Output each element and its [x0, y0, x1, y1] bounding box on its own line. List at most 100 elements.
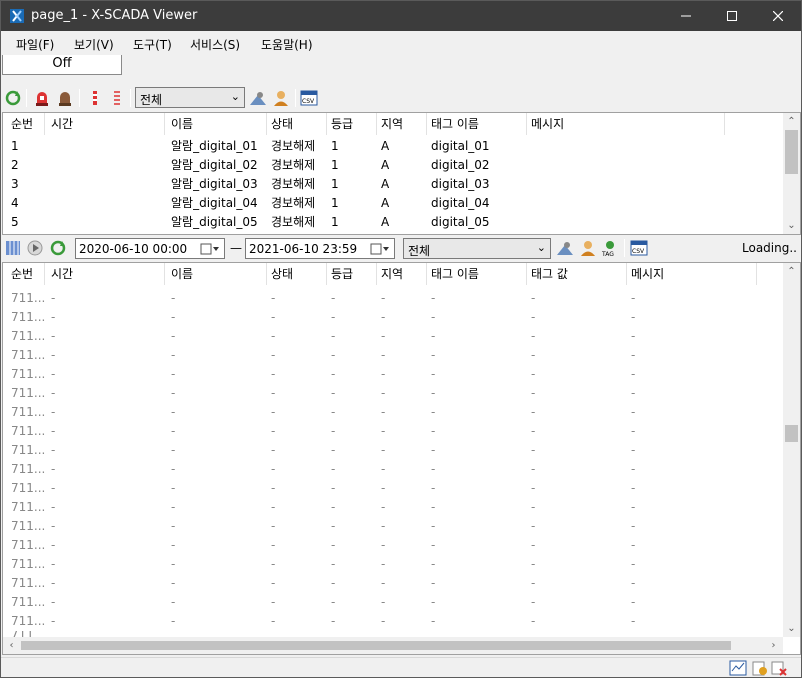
table-row[interactable]: 711... - - - - - - - - — [3, 289, 800, 308]
scroll-thumb[interactable] — [785, 130, 798, 174]
table-cell: 711... — [11, 405, 46, 419]
table-row[interactable]: 711... - - - - - - - - — [3, 327, 800, 346]
csv-export-icon[interactable]: CSV — [630, 239, 648, 257]
sound-off-icon[interactable] — [108, 89, 126, 107]
csv-export-icon[interactable]: CSV — [300, 89, 318, 107]
table-row[interactable]: 711... - - - - - - - - — [3, 574, 800, 593]
table-row[interactable]: 711... - - - - - - - - — [3, 460, 800, 479]
col-header-seq[interactable]: 순번 — [7, 263, 45, 285]
status-off-display[interactable]: Off — [2, 55, 122, 75]
col-header-tag-name[interactable]: 태그 이름 — [427, 263, 527, 285]
refresh-icon[interactable] — [4, 89, 22, 107]
table-row[interactable]: 1 알람_digital_01 경보해제 1 Adigital_01 — [3, 137, 800, 156]
table-cell: - — [271, 348, 276, 362]
history-vertical-scrollbar[interactable]: ⌃ ⌄ — [783, 263, 800, 637]
table-cell: - — [171, 481, 176, 495]
table-row[interactable]: 711... - - - - - - - - — [3, 536, 800, 555]
table-row[interactable]: 711... - - - - - - - - — [3, 384, 800, 403]
col-header-time[interactable]: 시간 — [47, 113, 165, 135]
calendar-dropdown-icon[interactable] — [200, 242, 220, 256]
table-row[interactable]: 711... - - - - - - - - — [3, 612, 800, 631]
history-grid-icon[interactable] — [4, 239, 22, 257]
col-header-time[interactable]: 시간 — [47, 263, 165, 285]
menu-tools[interactable]: 도구(T) — [133, 36, 172, 53]
sound-on-icon[interactable] — [86, 89, 104, 107]
table-cell: - — [631, 367, 636, 381]
start-datetime-picker[interactable]: 2020-06-10 00:00 — [75, 238, 225, 259]
col-header-state[interactable]: 상태 — [267, 113, 327, 135]
col-header-message[interactable]: 메시지 — [627, 263, 757, 285]
alarm-bell-icon[interactable] — [33, 89, 51, 107]
alarm-filter-select[interactable]: 전체 ⌄ — [135, 87, 245, 108]
menu-help[interactable]: 도움말(H) — [261, 36, 313, 53]
calendar-dropdown-icon[interactable] — [370, 242, 390, 256]
table-row[interactable]: 5 알람_digital_05 경보해제 1 Adigital_05 — [3, 213, 800, 232]
col-header-message[interactable]: 메시지 — [527, 113, 725, 135]
scroll-left-icon[interactable]: ‹ — [3, 637, 20, 654]
table-row[interactable]: 2 알람_digital_02 경보해제 1 Adigital_02 — [3, 156, 800, 175]
user-icon[interactable] — [272, 89, 290, 107]
play-icon[interactable] — [26, 239, 44, 257]
report-icon[interactable] — [751, 659, 769, 677]
table-row[interactable]: 3 알람_digital_03 경보해제 1 Adigital_03 — [3, 175, 800, 194]
scroll-up-icon[interactable]: ⌃ — [783, 113, 800, 130]
table-row[interactable]: 711... - - - - - - - - — [3, 441, 800, 460]
table-row[interactable]: 711... - - - - - - - - — [3, 479, 800, 498]
menu-view[interactable]: 보기(V) — [74, 36, 114, 53]
table-row[interactable]: 711... - - - - - - - - — [3, 422, 800, 441]
alarm-ack-icon[interactable] — [56, 89, 74, 107]
col-header-level[interactable]: 등급 — [327, 113, 377, 135]
menu-service[interactable]: 서비스(S) — [190, 36, 240, 53]
col-header-state[interactable]: 상태 — [267, 263, 327, 285]
table-row[interactable]: 711... - - - - - - - - — [3, 498, 800, 517]
history-filter-select[interactable]: 전체 ⌄ — [403, 238, 551, 259]
maximize-button[interactable] — [709, 1, 755, 31]
table-cell: - — [531, 424, 536, 438]
col-header-area[interactable]: 지역 — [377, 113, 427, 135]
close-button[interactable] — [755, 1, 801, 31]
end-datetime-picker[interactable]: 2021-06-10 23:59 — [245, 238, 395, 259]
history-horizontal-scrollbar[interactable]: ‹ › — [3, 637, 783, 654]
tag-icon[interactable]: TAG — [601, 239, 619, 257]
col-header-tag-name[interactable]: 태그 이름 — [427, 113, 527, 135]
refresh-icon[interactable] — [49, 239, 67, 257]
table-row[interactable]: 711... - - - - - - - - — [3, 593, 800, 612]
table-row[interactable]: 711... - - - - - - - - — [3, 365, 800, 384]
scroll-right-icon[interactable]: › — [765, 637, 782, 654]
scroll-up-icon[interactable]: ⌃ — [783, 263, 800, 280]
table-cell: - — [431, 367, 436, 381]
table-row[interactable]: 711... - - - - - - - - — [3, 403, 800, 422]
menu-file[interactable]: 파일(F) — [16, 36, 54, 53]
table-cell: 1 — [331, 139, 339, 153]
table-cell: - — [51, 481, 56, 495]
col-header-name[interactable]: 이름 — [167, 113, 267, 135]
col-header-seq[interactable]: 순번 — [7, 113, 45, 135]
user-group-icon[interactable] — [556, 239, 574, 257]
table-row[interactable]: 711... - - - - - - - - — [3, 517, 800, 536]
table-cell: 711... — [11, 329, 46, 343]
col-header-name[interactable]: 이름 — [167, 263, 267, 285]
table-cell: - — [381, 310, 386, 324]
col-header-level[interactable]: 등급 — [327, 263, 377, 285]
scroll-thumb[interactable] — [785, 425, 798, 442]
user-icon[interactable] — [579, 239, 597, 257]
table-cell: 4 — [11, 196, 19, 210]
trend-icon[interactable] — [729, 659, 747, 677]
alarm-vertical-scrollbar[interactable]: ⌃ ⌄ — [783, 113, 800, 234]
col-header-area[interactable]: 지역 — [377, 263, 427, 285]
table-cell: - — [171, 291, 176, 305]
table-row[interactable]: 4 알람_digital_04 경보해제 1 Adigital_04 — [3, 194, 800, 213]
alarm-clear-icon[interactable] — [770, 659, 788, 677]
table-cell: 경보해제 — [271, 139, 316, 153]
user-group-icon[interactable] — [249, 89, 267, 107]
table-cell: - — [271, 519, 276, 533]
table-row[interactable]: 711... - - - - - - - - — [3, 308, 800, 327]
scroll-down-icon[interactable]: ⌄ — [783, 217, 800, 234]
table-row[interactable]: 711... - - - - - - - - — [3, 346, 800, 365]
scroll-thumb[interactable] — [21, 641, 731, 650]
title-bar[interactable]: page_1 - X-SCADA Viewer — [1, 1, 801, 31]
minimize-button[interactable] — [663, 1, 709, 31]
scroll-down-icon[interactable]: ⌄ — [783, 620, 800, 637]
table-row[interactable]: 711... - - - - - - - - — [3, 555, 800, 574]
col-header-tag-value[interactable]: 태그 값 — [527, 263, 627, 285]
